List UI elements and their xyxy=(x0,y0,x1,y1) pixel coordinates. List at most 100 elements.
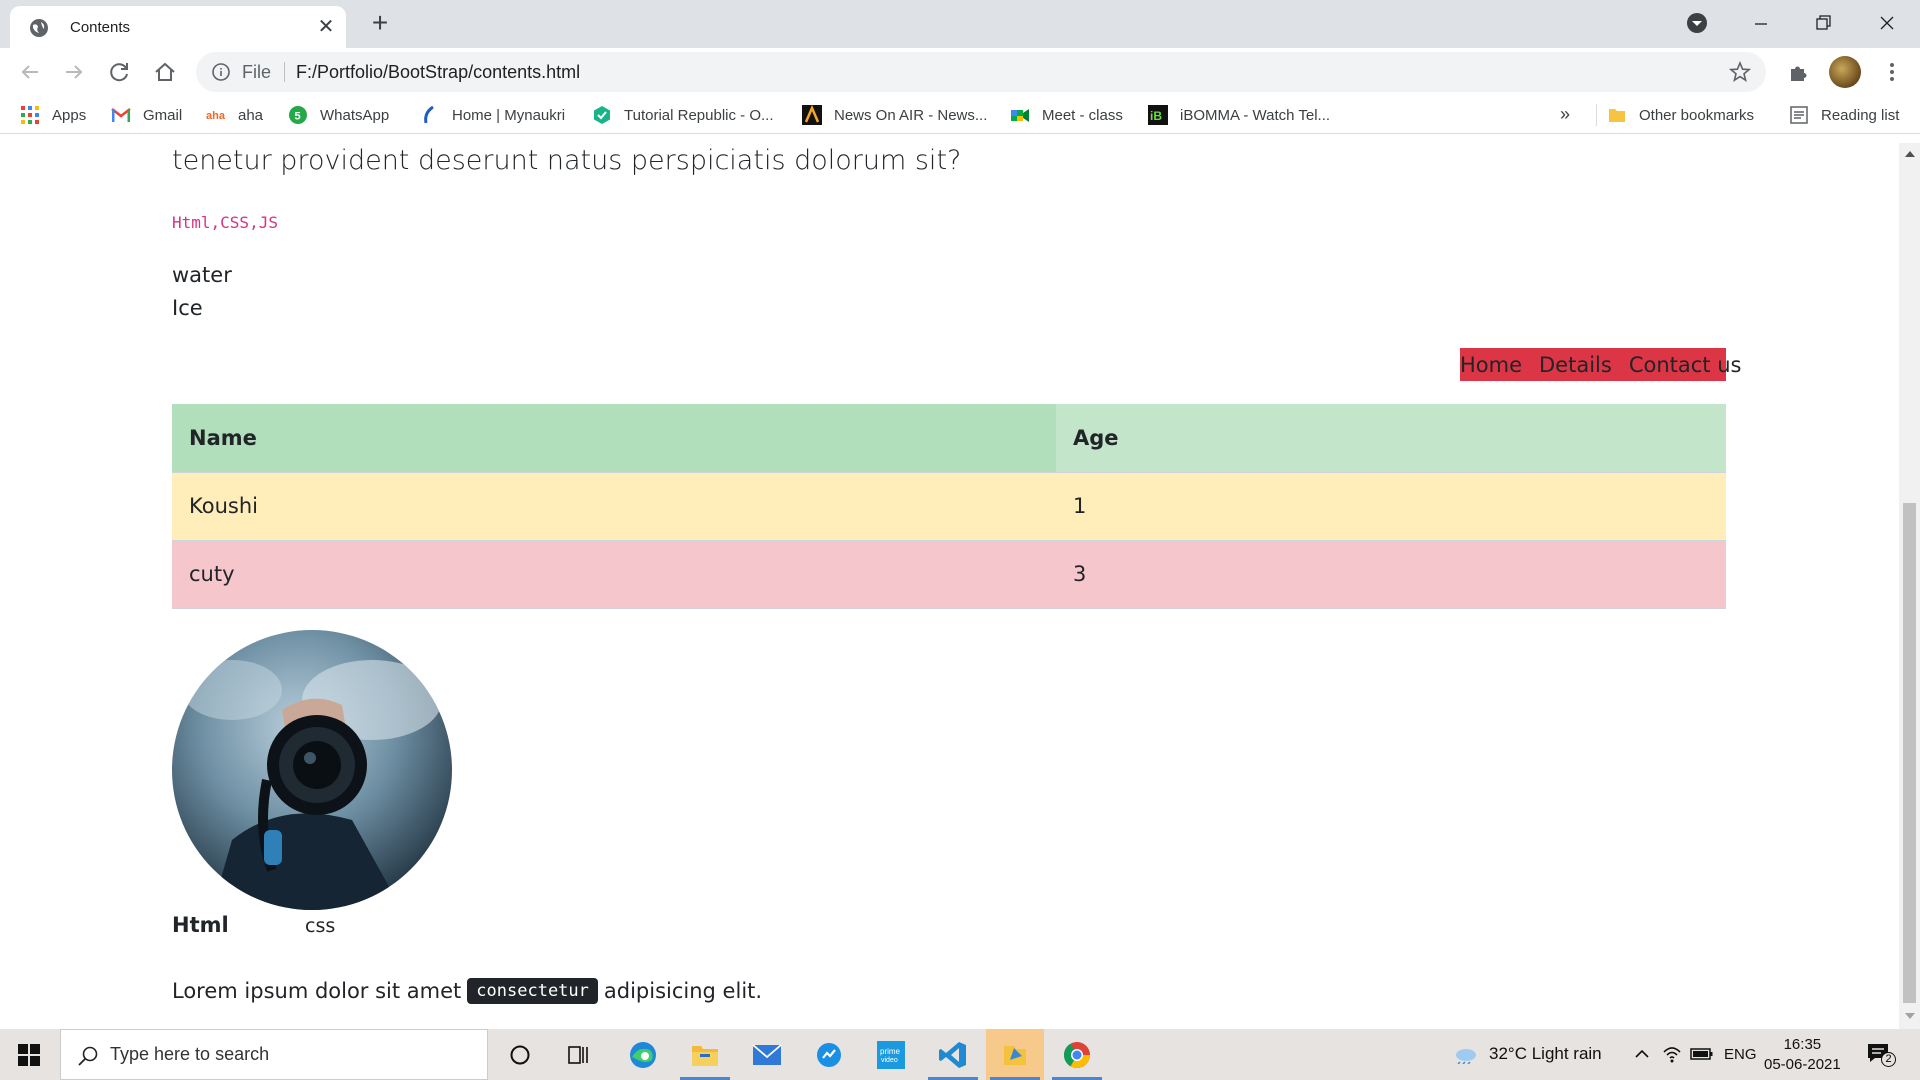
reading-list-button[interactable]: Reading list xyxy=(1789,105,1899,125)
forward-arrow-icon[interactable] xyxy=(60,58,88,86)
bookmark-label: aha xyxy=(238,106,264,124)
tutorial-republic-icon xyxy=(594,106,610,124)
bookmark-other-folder[interactable]: Other bookmarks xyxy=(1607,105,1754,125)
tab-strip: Contents ✕ + xyxy=(0,0,1920,48)
chevron-up-icon[interactable] xyxy=(1632,1044,1652,1064)
svg-text:video: video xyxy=(881,1057,898,1064)
clock-date: 05-06-2021 xyxy=(1764,1056,1841,1073)
lorem-text-start: Lorem ipsum dolor sit amet xyxy=(172,979,462,1003)
data-table: Name Age Koushi 1 cuty 3 xyxy=(172,404,1726,609)
chat-app-icon xyxy=(817,1042,841,1067)
taskbar-search-box[interactable]: Type here to search xyxy=(60,1029,488,1080)
table-row: Koushi 1 xyxy=(172,472,1726,541)
restore-icon[interactable] xyxy=(1808,8,1838,38)
bookmark-aha[interactable]: aha aha xyxy=(206,105,263,125)
reading-list-icon xyxy=(1790,106,1808,124)
taskbar-mail[interactable] xyxy=(738,1029,796,1080)
battery-icon[interactable] xyxy=(1690,1044,1714,1064)
apps-grid-icon xyxy=(21,106,39,124)
profile-avatar[interactable] xyxy=(1829,56,1861,88)
language-indicator[interactable]: ENG xyxy=(1724,1046,1757,1063)
scroll-up-arrow-icon[interactable] xyxy=(1905,151,1915,157)
folder-icon xyxy=(1609,109,1625,122)
kbd-keyword: consectetur xyxy=(467,978,598,1004)
extensions-puzzle-icon[interactable] xyxy=(1787,60,1811,84)
file-explorer-icon xyxy=(692,1045,718,1066)
bookmark-star-icon[interactable] xyxy=(1729,61,1751,83)
bookmarks-divider xyxy=(1596,104,1597,126)
notification-center-button[interactable]: 2 xyxy=(1866,1042,1896,1068)
cell-name: Koushi xyxy=(172,472,1056,541)
svg-text:iB: iB xyxy=(1150,109,1162,123)
back-arrow-icon[interactable] xyxy=(16,58,44,86)
task-view-button[interactable] xyxy=(550,1029,608,1080)
windows-taskbar: Type here to search prime video 32°C Ligh… xyxy=(0,1029,1920,1080)
tab-title: Contents xyxy=(70,19,131,36)
taskbar-messenger-app[interactable] xyxy=(800,1029,858,1080)
bookmark-news-on-air[interactable]: News On AIR - News... xyxy=(802,105,987,125)
tab-search-icon[interactable] xyxy=(1686,12,1708,34)
info-icon[interactable] xyxy=(212,63,230,81)
bookmark-label: iBOMMA - Watch Tel... xyxy=(1180,106,1331,124)
new-tab-button[interactable]: + xyxy=(366,9,394,38)
nav-link-home[interactable]: Home xyxy=(1460,353,1522,377)
weather-cloud-icon[interactable] xyxy=(1452,1044,1478,1064)
system-clock[interactable]: 16:35 05-06-2021 xyxy=(1764,1035,1841,1075)
close-window-icon[interactable] xyxy=(1872,8,1902,38)
lead-paragraph: tenetur provident deserunt natus perspic… xyxy=(172,145,962,176)
address-bar[interactable]: File F:/Portfolio/BootStrap/contents.htm… xyxy=(196,52,1766,92)
notification-count-badge: 2 xyxy=(1881,1052,1896,1067)
taskbar-prime-video[interactable]: prime video xyxy=(862,1029,920,1080)
taskbar-folder-highlighted[interactable] xyxy=(986,1029,1044,1080)
close-tab-icon[interactable]: ✕ xyxy=(317,17,335,37)
table-row: cuty 3 xyxy=(172,540,1726,609)
edge-browser-icon xyxy=(630,1041,656,1068)
reading-list-label: Reading list xyxy=(1821,106,1900,124)
cortana-button[interactable] xyxy=(491,1029,549,1080)
bookmark-label: Tutorial Republic - O... xyxy=(624,106,774,124)
windows-start-icon[interactable] xyxy=(18,1044,40,1066)
whatsapp-icon: 5 xyxy=(289,106,307,124)
browser-toolbar: File F:/Portfolio/BootStrap/contents.htm… xyxy=(0,48,1920,96)
bookmark-apps[interactable]: Apps xyxy=(20,105,86,125)
vertical-scrollbar[interactable] xyxy=(1899,143,1920,1029)
nav-link-details[interactable]: Details xyxy=(1539,353,1612,377)
column-header-age: Age xyxy=(1056,404,1726,473)
browser-tab[interactable]: Contents ✕ xyxy=(10,6,346,48)
url-text[interactable]: F:/Portfolio/BootStrap/contents.html xyxy=(296,62,580,83)
taskbar-edge[interactable] xyxy=(614,1029,672,1080)
task-view-icon xyxy=(568,1045,588,1064)
aha-icon: aha xyxy=(206,110,226,122)
bookmark-ibomma[interactable]: iB iBOMMA - Watch Tel... xyxy=(1148,105,1330,125)
svg-text:prime: prime xyxy=(880,1047,901,1056)
bookmarks-overflow-icon[interactable]: » xyxy=(1560,104,1570,125)
bookmark-whatsapp[interactable]: 5 WhatsApp xyxy=(288,105,389,125)
caption-css: css xyxy=(305,915,336,937)
taskbar-chrome[interactable] xyxy=(1048,1029,1106,1080)
search-icon xyxy=(78,1046,98,1066)
bookmark-meet[interactable]: Meet - class xyxy=(1010,105,1123,125)
scroll-thumb[interactable] xyxy=(1903,503,1916,1003)
taskbar-file-explorer[interactable] xyxy=(676,1029,734,1080)
taskbar-vscode[interactable] xyxy=(924,1029,982,1080)
search-placeholder: Type here to search xyxy=(110,1044,270,1064)
page-nav: Home Details Contact us xyxy=(1460,348,1741,381)
minimize-icon[interactable] xyxy=(1746,8,1776,38)
globe-icon xyxy=(30,19,48,37)
weather-text[interactable]: 32°C Light rain xyxy=(1489,1044,1602,1064)
home-icon[interactable] xyxy=(151,58,179,86)
nav-link-contact[interactable]: Contact us xyxy=(1629,353,1742,377)
vscode-icon xyxy=(939,1041,966,1068)
scroll-down-arrow-icon[interactable] xyxy=(1905,1013,1915,1019)
bookmark-mynaukri[interactable]: Home | Mynaukri xyxy=(420,105,565,125)
bookmark-tutorial-republic[interactable]: Tutorial Republic - O... xyxy=(592,105,774,125)
bookmark-label: News On AIR - News... xyxy=(834,106,988,124)
reload-icon[interactable] xyxy=(106,58,134,86)
cell-name: cuty xyxy=(172,540,1056,609)
list-line-ice: Ice xyxy=(172,296,203,320)
bookmark-gmail[interactable]: Gmail xyxy=(111,105,182,125)
cortana-circle-icon xyxy=(510,1045,530,1064)
kebab-menu-icon[interactable] xyxy=(1880,60,1904,84)
news-on-air-icon xyxy=(802,105,822,125)
wifi-icon[interactable] xyxy=(1662,1044,1682,1064)
